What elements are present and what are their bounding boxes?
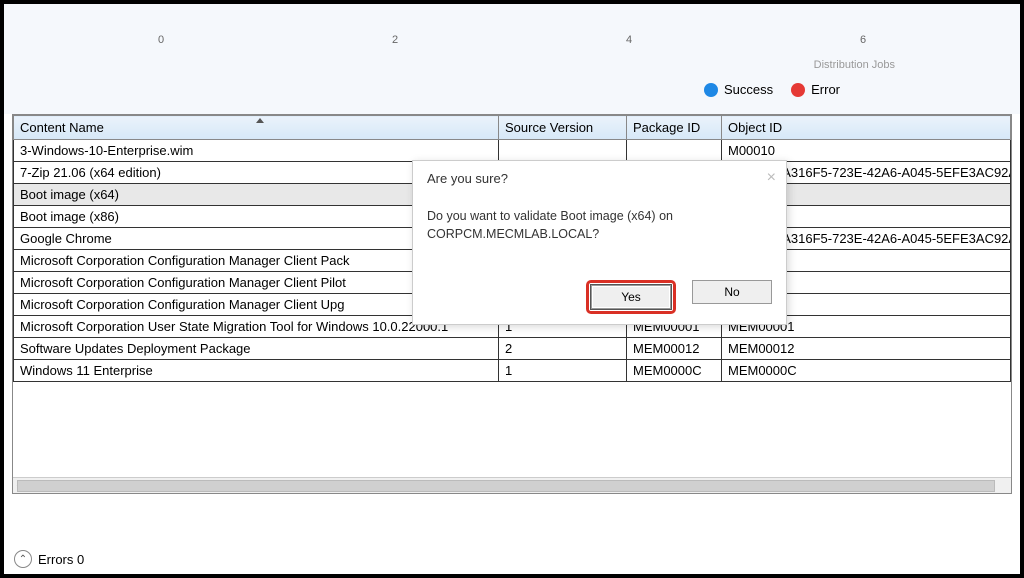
app-window: 0 2 4 6 Distribution Jobs Success Error …	[0, 0, 1024, 578]
cell-pkg: MEM00012	[627, 338, 722, 360]
cell-name: Windows 11 Enterprise	[14, 360, 499, 382]
table-row[interactable]: Windows 11 Enterprise1MEM0000CMEM0000C	[14, 360, 1011, 382]
dialog-buttons: Yes No	[586, 280, 772, 314]
horizontal-scrollbar[interactable]: ◄	[13, 477, 1011, 493]
chart-title: Distribution Jobs	[814, 59, 895, 71]
cell-sv: 1	[499, 360, 627, 382]
scrollbar-thumb[interactable]	[17, 480, 995, 492]
axis-tick: 0	[151, 34, 171, 46]
cell-obj: MEM00012	[722, 338, 1011, 360]
dialog-text-line1: Do you want to validate Boot image (x64)…	[427, 208, 772, 226]
legend-success: Success	[704, 82, 773, 97]
x-axis-labels: 0 2 4 6	[4, 34, 1020, 46]
table-header-row: Content Name Source Version Package ID O…	[14, 116, 1011, 140]
cell-sv: 2	[499, 338, 627, 360]
cell-name: 3-Windows-10-Enterprise.wim	[14, 140, 499, 162]
dialog-text-line2: CORPCM.MECMLAB.LOCAL?	[427, 226, 772, 244]
legend-success-label: Success	[724, 82, 773, 97]
success-dot-icon	[704, 83, 718, 97]
cell-obj: M00010	[722, 140, 1011, 162]
cell-pkg	[627, 140, 722, 162]
chevron-up-icon[interactable]: ⌃	[14, 550, 32, 568]
cell-obj: MEM0000C	[722, 360, 1011, 382]
status-bar: ⌃ Errors 0	[14, 550, 84, 568]
dialog-title: Are you sure?	[413, 161, 786, 190]
legend-error-label: Error	[811, 82, 840, 97]
error-dot-icon	[791, 83, 805, 97]
col-object-id[interactable]: Object ID	[722, 116, 1011, 140]
col-source-version[interactable]: Source Version	[499, 116, 627, 140]
errors-count: Errors 0	[38, 552, 84, 567]
chart-legend: Success Error	[704, 82, 840, 97]
chart-area: 0 2 4 6 Distribution Jobs Success Error	[4, 4, 1020, 114]
axis-tick: 2	[385, 34, 405, 46]
yes-button[interactable]: Yes	[591, 285, 671, 309]
axis-tick: 4	[619, 34, 639, 46]
cell-pkg: MEM0000C	[627, 360, 722, 382]
table-row[interactable]: 3-Windows-10-Enterprise.wim M00010	[14, 140, 1011, 162]
no-button[interactable]: No	[692, 280, 772, 304]
axis-tick: 6	[853, 34, 873, 46]
col-package-id[interactable]: Package ID	[627, 116, 722, 140]
table-row[interactable]: Software Updates Deployment Package2MEM0…	[14, 338, 1011, 360]
confirm-dialog: Are you sure? × Do you want to validate …	[412, 160, 787, 325]
legend-error: Error	[791, 82, 840, 97]
close-icon[interactable]: ×	[767, 169, 776, 187]
cell-sv	[499, 140, 627, 162]
dialog-body: Do you want to validate Boot image (x64)…	[413, 190, 786, 253]
col-content-name[interactable]: Content Name	[14, 116, 499, 140]
cell-name: Software Updates Deployment Package	[14, 338, 499, 360]
yes-button-highlight: Yes	[586, 280, 676, 314]
